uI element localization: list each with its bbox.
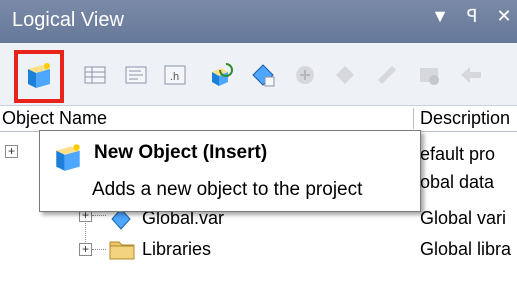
tooltip-description: Adds a new object to the project bbox=[92, 179, 363, 200]
table-icon bbox=[84, 66, 106, 84]
form-icon bbox=[125, 66, 147, 84]
toolbar: .h bbox=[0, 43, 517, 106]
dropdown-icon[interactable]: ▼ bbox=[431, 6, 449, 27]
expand-icon[interactable]: + bbox=[79, 243, 92, 256]
panel-title: Logical View bbox=[12, 9, 124, 31]
header-file-button[interactable]: .h bbox=[160, 60, 190, 90]
column-divider[interactable] bbox=[413, 108, 414, 129]
row-description: Global libra bbox=[420, 239, 512, 259]
edit-object-button[interactable] bbox=[248, 60, 278, 90]
tree-row[interactable]: + Libraries Global libra bbox=[0, 235, 517, 265]
new-object-icon bbox=[56, 144, 80, 171]
disabled-tool-icon bbox=[378, 66, 396, 84]
edit-object-icon bbox=[252, 64, 275, 87]
disabled-tool-button bbox=[330, 60, 360, 90]
tooltip-title: New Object (Insert) bbox=[94, 142, 268, 163]
disabled-tool-icon bbox=[296, 66, 314, 84]
refresh-objects-button[interactable] bbox=[206, 60, 236, 90]
column-header: Object Name Description bbox=[0, 106, 517, 132]
form-button[interactable] bbox=[121, 60, 151, 90]
tree-line bbox=[92, 215, 106, 216]
pin-icon[interactable]: ꟼ bbox=[463, 6, 481, 27]
disabled-tool-button bbox=[372, 60, 402, 90]
row-description: Global vari bbox=[420, 208, 507, 228]
row-name: Libraries bbox=[142, 239, 212, 259]
tooltip: New Object (Insert) Adds a new object to… bbox=[39, 130, 421, 212]
disabled-tool-button bbox=[414, 60, 444, 90]
disabled-tool-button bbox=[456, 60, 486, 90]
header-file-icon: .h bbox=[164, 65, 186, 85]
panel-titlebar: Logical View ▼ ꟼ ✕ bbox=[0, 0, 517, 43]
folder-icon bbox=[109, 241, 135, 260]
svg-text:.h: .h bbox=[170, 71, 179, 83]
close-icon[interactable]: ✕ bbox=[495, 6, 513, 27]
row-description: efault pro bbox=[420, 144, 496, 164]
tree-line bbox=[92, 249, 106, 250]
column-object-name[interactable]: Object Name bbox=[2, 108, 107, 129]
table-button[interactable] bbox=[80, 60, 110, 90]
panel-window-buttons: ▼ ꟼ ✕ bbox=[431, 6, 513, 27]
refresh-objects-icon bbox=[212, 63, 233, 86]
disabled-tool-icon bbox=[420, 68, 439, 85]
row-description: obal data bbox=[420, 172, 495, 192]
disabled-tool-icon bbox=[336, 66, 354, 84]
disabled-tool-icon bbox=[461, 67, 481, 83]
expand-icon[interactable]: + bbox=[5, 145, 18, 158]
new-object-highlight-frame bbox=[14, 50, 64, 103]
column-description[interactable]: Description bbox=[420, 108, 510, 129]
disabled-tool-button bbox=[290, 60, 320, 90]
